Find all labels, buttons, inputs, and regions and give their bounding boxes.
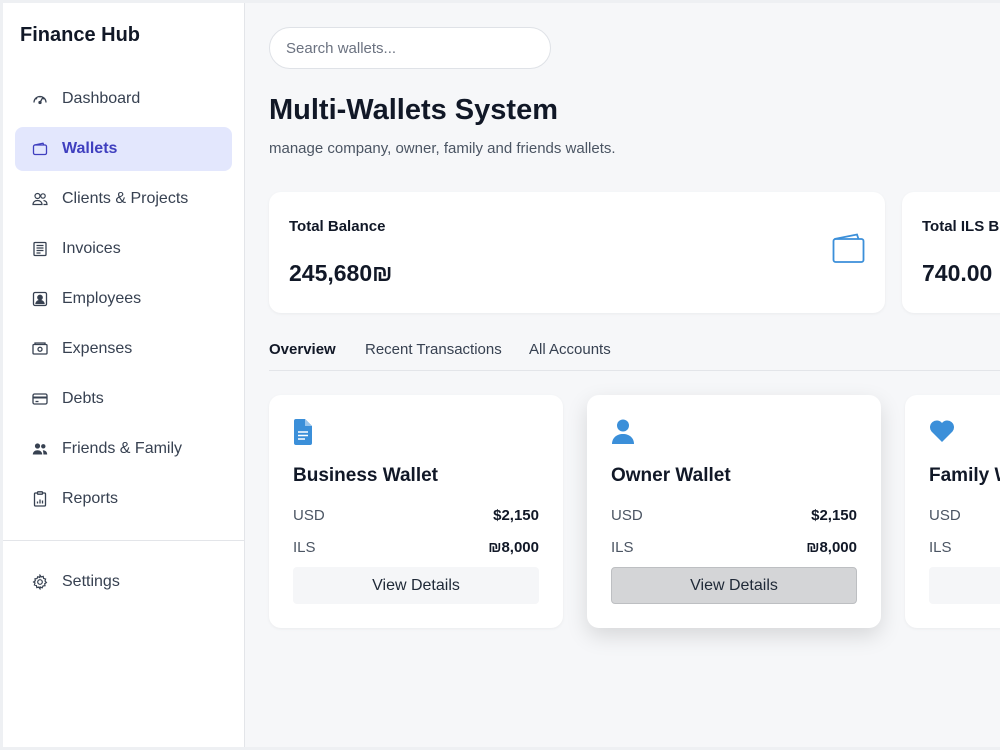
- sidebar-item-clients-projects[interactable]: Clients & Projects: [15, 177, 232, 221]
- cash-icon: [31, 340, 49, 358]
- wallet-card-owner: Owner Wallet USD $2,150 ILS ₪8,000 View …: [587, 395, 881, 628]
- view-details-button[interactable]: View Details: [611, 567, 857, 604]
- page-subtitle: manage company, owner, family and friend…: [269, 140, 616, 157]
- stat-label: Total ILS B: [922, 218, 1000, 235]
- credit-card-icon: [31, 390, 49, 408]
- sidebar-item-label: Friends & Family: [62, 440, 183, 457]
- sidebar-divider: [3, 540, 244, 541]
- wallet-title: Business Wallet: [293, 465, 439, 486]
- sidebar-item-invoices[interactable]: Invoices: [15, 227, 232, 271]
- sidebar-item-label: Settings: [62, 573, 120, 590]
- currency-amount: $2,150: [811, 507, 857, 524]
- sidebar-item-label: Clients & Projects: [62, 190, 189, 207]
- stat-value: 245,680₪: [289, 260, 393, 286]
- sidebar-item-friends-family[interactable]: Friends & Family: [15, 427, 232, 471]
- gear-icon: [31, 573, 49, 591]
- view-details-button[interactable]: View Details: [293, 567, 539, 604]
- wallet-tabs: Overview Recent Transactions All Account…: [269, 341, 1000, 371]
- sidebar-item-label: Wallets: [62, 140, 118, 157]
- sidebar-item-label: Employees: [62, 290, 142, 307]
- search-input[interactable]: [269, 27, 551, 69]
- tab-all-accounts[interactable]: All Accounts: [529, 341, 611, 358]
- sidebar-item-label: Invoices: [62, 240, 121, 257]
- wallet-row-usd: USD $2,150: [611, 507, 857, 524]
- currency-amount: ₪8,000: [806, 539, 857, 556]
- wallet-row-ils: ILS ₪8,000: [293, 539, 539, 556]
- people-icon: [31, 440, 49, 458]
- wallet-row-ils: ILS ₪8,000: [611, 539, 857, 556]
- sidebar-item-debts[interactable]: Debts: [15, 377, 232, 421]
- sidebar-item-label: Debts: [62, 390, 104, 407]
- currency-amount: $2,150: [493, 507, 539, 524]
- currency-label: ILS: [293, 539, 316, 556]
- gauge-icon: [31, 90, 49, 108]
- users-icon: [31, 190, 49, 208]
- sidebar-item-dashboard[interactable]: Dashboard: [15, 77, 232, 121]
- stat-value: 740.00: [922, 260, 993, 286]
- employee-icon: [31, 290, 49, 308]
- app-window: Finance Hub Dashboard Wallets Clients & …: [3, 3, 1000, 747]
- wallet-row-usd: USD: [929, 507, 1000, 524]
- sidebar-item-reports[interactable]: Reports: [15, 477, 232, 521]
- stat-card-total-balance: Total Balance 245,680₪: [269, 192, 885, 313]
- report-icon: [31, 490, 49, 508]
- sidebar-item-wallets[interactable]: Wallets: [15, 127, 232, 171]
- tab-overview[interactable]: Overview: [269, 341, 336, 358]
- wallet-title: Owner Wallet: [611, 465, 731, 486]
- wallet-icon: [31, 140, 49, 158]
- sidebar-item-expenses[interactable]: Expenses: [15, 327, 232, 371]
- wallet-card-business: Business Wallet USD $2,150 ILS ₪8,000 Vi…: [269, 395, 563, 628]
- currency-label: USD: [929, 507, 961, 524]
- stat-label: Total Balance: [289, 218, 386, 235]
- page-title: Multi-Wallets System: [269, 94, 558, 126]
- sidebar-item-label: Expenses: [62, 340, 133, 357]
- sidebar-item-employees[interactable]: Employees: [15, 277, 232, 321]
- heart-icon: [929, 419, 955, 445]
- stat-card-total-ils: Total ILS B 740.00: [902, 192, 1000, 313]
- sidebar: Finance Hub Dashboard Wallets Clients & …: [3, 3, 245, 747]
- sidebar-item-label: Reports: [62, 490, 119, 507]
- sidebar-nav: Dashboard Wallets Clients & Projects Inv…: [15, 77, 232, 527]
- main-content: Multi-Wallets System manage company, own…: [245, 3, 1000, 747]
- sidebar-item-settings[interactable]: Settings: [15, 560, 232, 604]
- currency-label: USD: [611, 507, 643, 524]
- sidebar-settings: Settings: [15, 560, 232, 610]
- wallet-row-ils: ILS: [929, 539, 1000, 556]
- brand-title: Finance Hub: [20, 24, 141, 46]
- invoice-icon: [31, 240, 49, 258]
- document-icon: [293, 419, 317, 445]
- currency-label: USD: [293, 507, 325, 524]
- wallet-icon: [832, 232, 865, 264]
- wallet-title: Family W: [929, 465, 1000, 486]
- tab-recent-transactions[interactable]: Recent Transactions: [365, 341, 502, 358]
- view-details-button[interactable]: [929, 567, 1000, 604]
- sidebar-item-label: Dashboard: [62, 90, 141, 107]
- wallet-row-usd: USD $2,150: [293, 507, 539, 524]
- currency-amount: ₪8,000: [488, 539, 539, 556]
- user-icon: [611, 419, 635, 445]
- currency-label: ILS: [929, 539, 952, 556]
- currency-label: ILS: [611, 539, 634, 556]
- wallet-card-family: Family W USD ILS: [905, 395, 1000, 628]
